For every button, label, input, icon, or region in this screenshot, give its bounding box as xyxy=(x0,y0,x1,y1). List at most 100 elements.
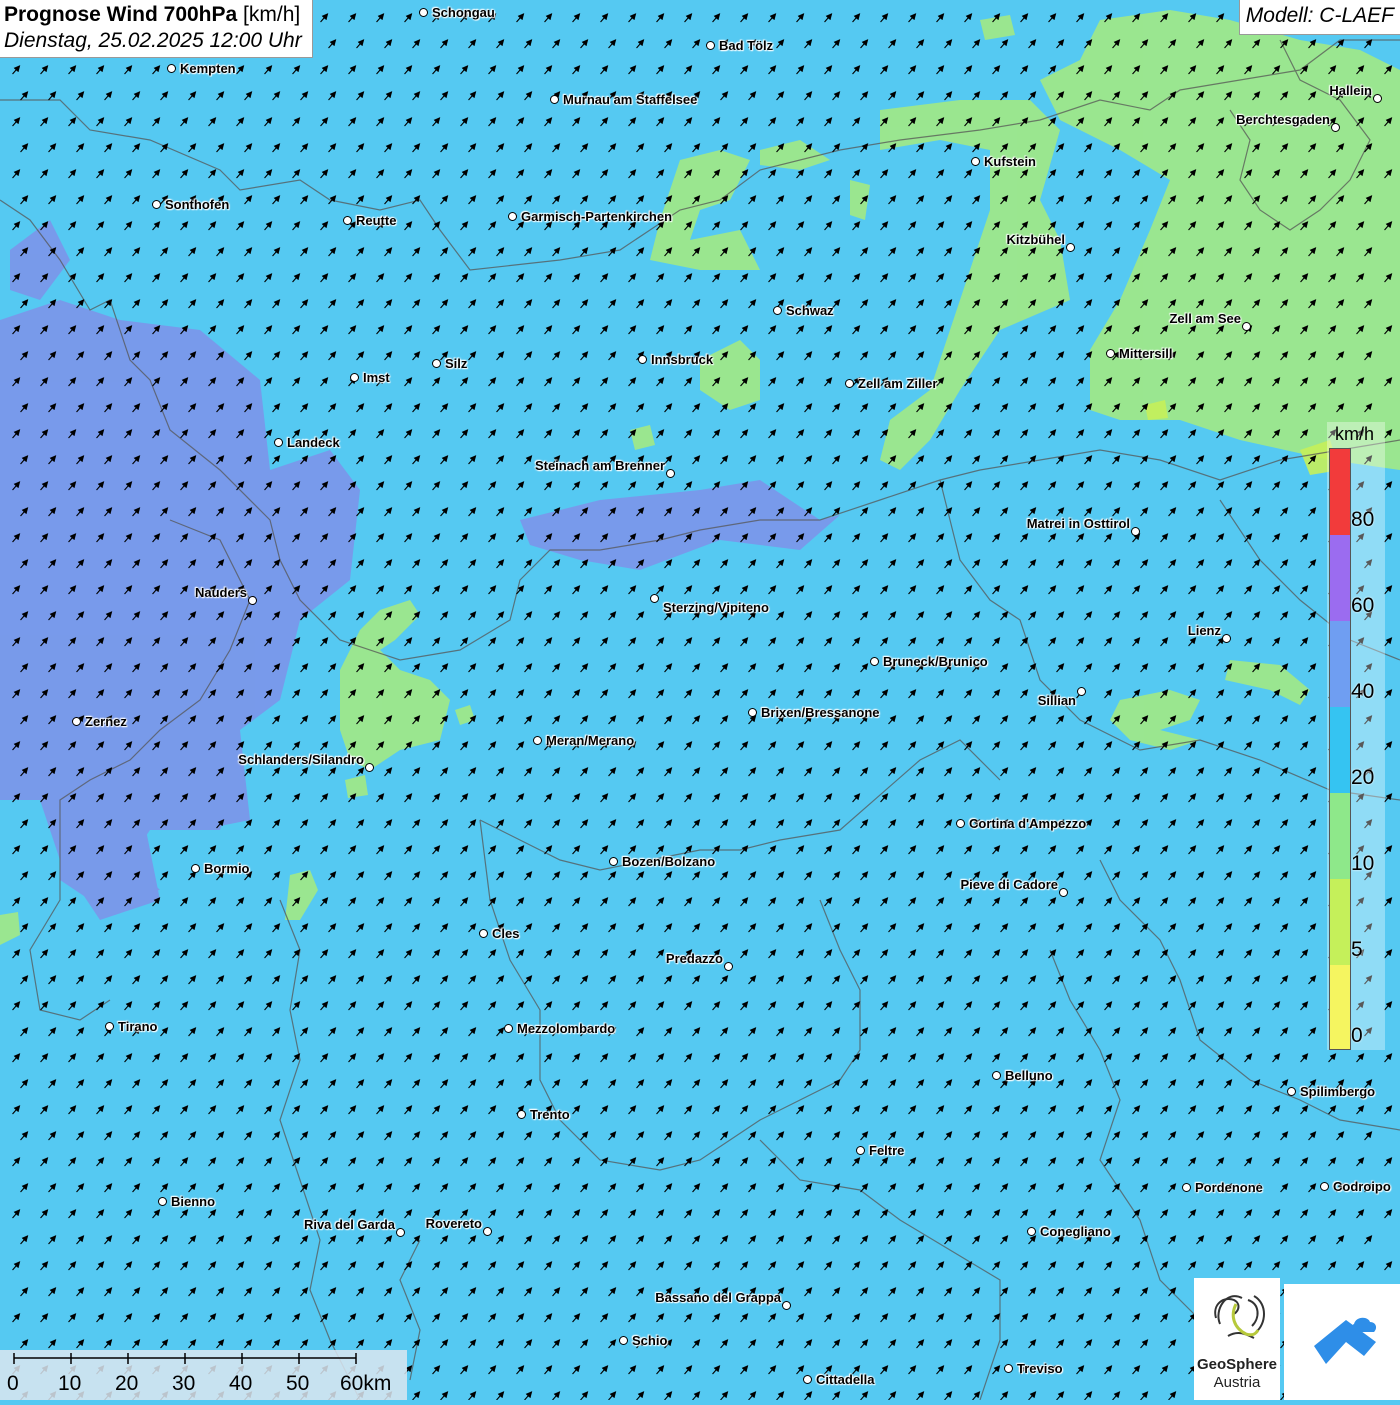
city-marker-zernez xyxy=(72,717,81,726)
city-label-bienno: Bienno xyxy=(171,1194,216,1209)
city-label-kufstein: Kufstein xyxy=(984,154,1036,169)
city-label-cittadella: Cittadella xyxy=(816,1372,875,1387)
scale-label-10: 10 xyxy=(58,1372,82,1395)
city-label-lienz: Lienz xyxy=(1187,623,1221,638)
legend-label-10: 10 xyxy=(1351,852,1375,875)
city-marker-treviso xyxy=(1004,1364,1013,1373)
city-marker-sterzing-vipiteno xyxy=(650,594,659,603)
legend-segment-0 xyxy=(1330,965,1350,1049)
city-marker-nauders xyxy=(248,596,257,605)
city-marker-imst xyxy=(350,373,359,382)
city-marker-codroipo xyxy=(1320,1182,1329,1191)
city-marker-pieve-di-cadore xyxy=(1059,888,1068,897)
city-label-berchtesgaden: Berchtesgaden xyxy=(1236,112,1330,127)
city-marker-cles xyxy=(479,929,488,938)
color-legend: km/h 80 60 40 20 10 5 0 xyxy=(1327,422,1385,1050)
city-label-bassano-del-grappa: Bassano del Grappa xyxy=(655,1290,781,1305)
city-marker-predazzo xyxy=(724,962,733,971)
city-label-riva-del-garda: Riva del Garda xyxy=(303,1217,395,1232)
city-label-murnau-am-staffelsee: Murnau am Staffelsee xyxy=(563,92,698,107)
model-label: Modell: C-LAEF xyxy=(1238,0,1400,35)
city-label-belluno: Belluno xyxy=(1005,1068,1053,1083)
city-marker-kufstein xyxy=(971,157,980,166)
city-marker-kitzb-hel xyxy=(1066,243,1075,252)
legend-label-5: 5 xyxy=(1351,938,1363,961)
city-label-kempten: Kempten xyxy=(180,61,236,76)
city-marker-tirano xyxy=(105,1022,114,1031)
city-label-imst: Imst xyxy=(363,370,390,385)
legend-label-40: 40 xyxy=(1351,680,1375,703)
city-label-bad-t-lz: Bad Tölz xyxy=(719,38,774,53)
scale-label-30: 30 xyxy=(172,1372,196,1395)
city-marker-belluno xyxy=(992,1071,1001,1080)
city-label-spilimbergo: Spilimbergo xyxy=(1300,1084,1376,1099)
city-label-schongau: Schongau xyxy=(432,5,495,20)
city-marker-kempten xyxy=(167,64,176,73)
city-marker-meran-merano xyxy=(533,736,542,745)
city-label-bormio: Bormio xyxy=(204,861,250,876)
city-marker-bormio xyxy=(191,864,200,873)
city-label-reutte: Reutte xyxy=(356,213,397,228)
city-label-codroipo: Codroipo xyxy=(1333,1179,1391,1194)
city-label-hallein: Hallein xyxy=(1329,83,1372,98)
scale-bar-ruler xyxy=(13,1353,357,1364)
city-label-kitzb-hel: Kitzbühel xyxy=(1006,232,1066,247)
legend-label-80: 80 xyxy=(1351,508,1375,531)
city-marker-pordenone xyxy=(1182,1183,1191,1192)
city-marker-conegliano xyxy=(1027,1227,1036,1236)
city-label-cortina-d-ampezzo: Cortina d'Ampezzo xyxy=(969,816,1087,831)
city-marker-riva-del-garda xyxy=(396,1228,405,1237)
city-marker-innsbruck xyxy=(638,355,647,364)
forecast-datetime: Dienstag, 25.02.2025 12:00 Uhr xyxy=(4,29,302,52)
city-label-feltre: Feltre xyxy=(869,1143,905,1158)
city-marker-bienno xyxy=(158,1197,167,1206)
austria-logo-text: Austria xyxy=(1213,1374,1261,1391)
city-marker-landeck xyxy=(274,438,283,447)
city-label-sonthofen: Sonthofen xyxy=(165,197,230,212)
city-marker-bad-t-lz xyxy=(706,41,715,50)
city-label-mittersill: Mittersill xyxy=(1119,346,1173,361)
city-label-garmisch-partenkirchen: Garmisch-Partenkirchen xyxy=(521,209,673,224)
city-label-bruneck-brunico: Bruneck/Brunico xyxy=(883,654,988,669)
city-marker-murnau-am-staffelsee xyxy=(550,95,559,104)
city-marker-bassano-del-grappa xyxy=(782,1301,791,1310)
map-title-unit: [km/h] xyxy=(243,3,301,26)
scale-label-20: 20 xyxy=(115,1372,139,1395)
city-marker-cortina-d-ampezzo xyxy=(956,819,965,828)
scale-label-40: 40 xyxy=(229,1372,253,1395)
city-label-matrei-in-osttirol: Matrei in Osttirol xyxy=(1026,516,1130,531)
city-label-schio: Schio xyxy=(632,1333,668,1348)
legend-label-20: 20 xyxy=(1351,766,1375,789)
city-label-cles: Cles xyxy=(492,926,520,941)
city-label-zell-am-see: Zell am See xyxy=(1169,311,1241,326)
city-marker-mezzolombardo xyxy=(504,1024,513,1033)
city-marker-zell-am-see xyxy=(1242,322,1251,331)
city-label-innsbruck: Innsbruck xyxy=(651,352,714,367)
legend-segment-20 xyxy=(1330,707,1350,793)
city-label-tirano: Tirano xyxy=(118,1019,158,1034)
legend-label-0: 0 xyxy=(1351,1024,1363,1047)
city-label-brixen-bressanone: Brixen/Bressanone xyxy=(761,705,880,720)
city-marker-spilimbergo xyxy=(1287,1087,1296,1096)
weather-app-logo xyxy=(1284,1284,1400,1400)
city-label-sillian: Sillian xyxy=(1037,693,1076,708)
map-title-bold: Prognose Wind 700hPa xyxy=(4,3,238,26)
cloud-arrow-icon xyxy=(1314,1317,1377,1364)
city-label-landeck: Landeck xyxy=(287,435,340,450)
city-label-zell-am-ziller: Zell am Ziller xyxy=(858,376,938,391)
city-marker-schongau xyxy=(419,8,428,17)
city-marker-bruneck-brunico xyxy=(870,657,879,666)
geosphere-logo-text: GeoSphere xyxy=(1196,1356,1278,1373)
map-title-box: Prognose Wind 700hPa [km/h] Dienstag, 25… xyxy=(0,0,313,58)
city-label-pieve-di-cadore: Pieve di Cadore xyxy=(960,877,1058,892)
city-label-mezzolombardo: Mezzolombardo xyxy=(517,1021,616,1036)
city-marker-mittersill xyxy=(1106,349,1115,358)
city-label-steinach-am-brenner: Steinach am Brenner xyxy=(534,458,665,473)
legend-segment-80 xyxy=(1330,449,1350,535)
legend-colorbar xyxy=(1329,448,1351,1050)
city-marker-cittadella xyxy=(803,1375,812,1384)
scale-bar: 0 10 20 30 40 50 60km xyxy=(0,1350,407,1400)
city-marker-rovereto xyxy=(483,1227,492,1236)
scale-label-60km: 60km xyxy=(340,1372,392,1395)
scale-label-50: 50 xyxy=(286,1372,310,1395)
